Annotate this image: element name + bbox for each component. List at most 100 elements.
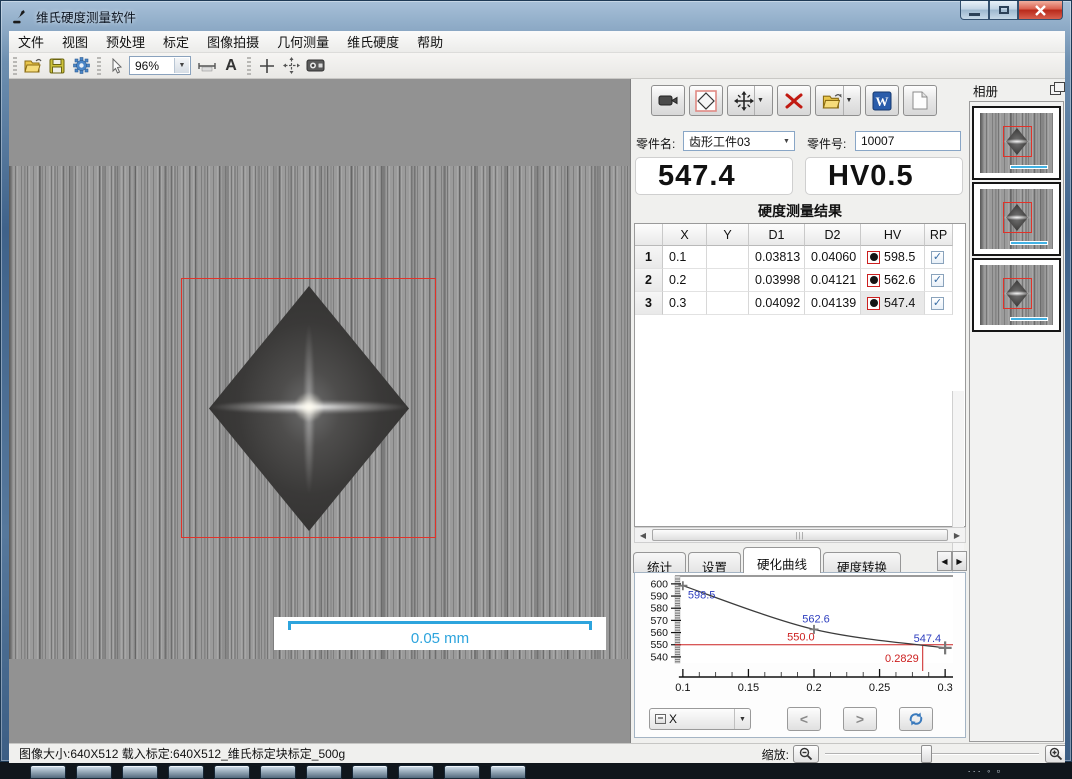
toolbar-grip	[247, 57, 251, 75]
scalebar-tool-button[interactable]	[195, 55, 219, 77]
taskbar-button[interactable]	[260, 765, 296, 779]
scalebar-icon	[197, 60, 217, 72]
tab-hardening-curve[interactable]: 硬化曲线	[743, 547, 821, 573]
menu-preprocess[interactable]: 预处理	[97, 30, 154, 53]
rp-checkbox[interactable]: ✓	[931, 297, 944, 310]
chart-next-button[interactable]: >	[843, 707, 877, 731]
chart-axis-combo[interactable]: X ▼	[649, 708, 751, 730]
album-body	[969, 101, 1064, 742]
close-button[interactable]	[1018, 1, 1063, 20]
menu-image-capture[interactable]: 图像拍摄	[198, 30, 268, 53]
indent-thumbnail-icon[interactable]	[867, 251, 880, 264]
menu-file[interactable]: 文件	[9, 30, 53, 53]
taskbar-button[interactable]	[352, 765, 388, 779]
measure-indent-button[interactable]	[689, 85, 723, 116]
export-open-button[interactable]: ▼	[815, 85, 861, 116]
cell-rp: ✓	[925, 269, 953, 292]
blank-document-icon	[912, 91, 928, 110]
taskbar-button[interactable]	[398, 765, 434, 779]
table-row[interactable]: 1 0.1 0.03813 0.04060 598.5 ✓	[635, 246, 965, 269]
taskbar-button[interactable]	[306, 765, 342, 779]
part-name-combo[interactable]: 齿形工件03 ▼	[683, 131, 795, 151]
zoom-slider-thumb[interactable]	[921, 745, 932, 763]
album-panel: 相册	[969, 79, 1065, 743]
table-row[interactable]: 2 0.2 0.03998 0.04121 562.6 ✓	[635, 269, 965, 292]
cross-marker-button[interactable]	[255, 55, 279, 77]
pointer-tool-button[interactable]	[105, 55, 129, 77]
tab-hardness-convert[interactable]: 硬度转换	[823, 552, 901, 573]
save-button[interactable]	[45, 55, 69, 77]
svg-text:570: 570	[650, 615, 668, 627]
delete-x-icon	[785, 93, 803, 109]
delete-result-button[interactable]	[777, 85, 811, 116]
scroll-right-icon[interactable]: ▶	[949, 528, 965, 542]
chart-prev-button[interactable]: <	[787, 707, 821, 731]
minimize-icon	[969, 13, 980, 16]
cell-d2: 0.04139	[805, 292, 861, 315]
menu-help[interactable]: 帮助	[408, 30, 452, 53]
auto-position-button[interactable]: ▼	[727, 85, 773, 116]
zoom-out-button[interactable]	[793, 745, 819, 763]
live-video-button[interactable]	[651, 85, 685, 116]
taskbar-button[interactable]	[122, 765, 158, 779]
menu-calibration[interactable]: 标定	[154, 30, 198, 53]
album-thumbnail[interactable]	[972, 258, 1061, 332]
col-rp: RP	[925, 224, 953, 246]
album-thumbnail[interactable]	[972, 106, 1061, 180]
window-title: 维氏硬度测量软件	[36, 7, 136, 26]
album-thumbnail[interactable]	[972, 182, 1061, 256]
zoom-level-combo[interactable]: 96% ▼	[129, 56, 191, 75]
maximize-button[interactable]	[989, 1, 1018, 20]
center-target-button[interactable]	[279, 55, 303, 77]
open-folder-icon	[822, 93, 843, 109]
row-index: 3	[635, 292, 663, 315]
rp-checkbox[interactable]: ✓	[931, 251, 944, 264]
chart-axis-icon	[655, 714, 666, 724]
table-row[interactable]: 3 0.3 0.04092 0.04139 547.4 ✓	[635, 292, 965, 315]
scroll-left-icon[interactable]: ◀	[635, 528, 651, 542]
taskbar-button[interactable]	[168, 765, 204, 779]
float-panel-icon[interactable]	[1050, 85, 1061, 95]
menu-geometry-measure[interactable]: 几何测量	[268, 30, 338, 53]
text-tool-button[interactable]: A	[219, 55, 243, 77]
open-file-button[interactable]	[21, 55, 45, 77]
taskbar-tray-icons[interactable]: ··· ◦ ▫	[968, 766, 1002, 776]
taskbar-button[interactable]	[214, 765, 250, 779]
indent-thumbnail-icon[interactable]	[867, 297, 880, 310]
cell-d2: 0.04060	[805, 246, 861, 269]
taskbar-button[interactable]	[490, 765, 526, 779]
menu-vickers-hardness[interactable]: 维氏硬度	[338, 30, 408, 53]
capture-button[interactable]	[303, 55, 327, 77]
chart-refresh-button[interactable]	[899, 707, 933, 731]
table-hscrollbar[interactable]: ◀ ||| ▶	[634, 527, 966, 543]
zoom-control-label: 缩放:	[762, 746, 789, 763]
zoom-slider[interactable]	[825, 745, 1039, 763]
menu-bar: 文件 视图 预处理 标定 图像拍摄 几何测量 维氏硬度 帮助	[9, 31, 1065, 53]
settings-button[interactable]	[69, 55, 93, 77]
part-name-value: 齿形工件03	[689, 133, 750, 150]
tab-statistics[interactable]: 统计	[633, 552, 686, 573]
image-viewer[interactable]: 0.05 mm	[9, 79, 631, 743]
rp-checkbox[interactable]: ✓	[931, 274, 944, 287]
col-hv: HV	[861, 224, 925, 246]
part-no-input[interactable]: 10007	[855, 131, 961, 151]
taskbar-button[interactable]	[30, 765, 66, 779]
tab-scroll-right-button[interactable]: ▶	[952, 551, 967, 571]
chevron-down-icon[interactable]: ▼	[843, 86, 855, 115]
taskbar-button[interactable]	[444, 765, 480, 779]
menu-view[interactable]: 视图	[53, 30, 97, 53]
new-document-button[interactable]	[903, 85, 937, 116]
word-report-button[interactable]: W	[865, 85, 899, 116]
tab-settings[interactable]: 设置	[688, 552, 741, 573]
cell-rp: ✓	[925, 292, 953, 315]
indent-thumbnail-icon[interactable]	[867, 274, 880, 287]
hscroll-thumb[interactable]: |||	[652, 529, 948, 541]
windows-taskbar[interactable]: ··· ◦ ▫	[0, 762, 1072, 779]
minimize-button[interactable]	[960, 1, 989, 20]
tab-scroll-left-button[interactable]: ◀	[937, 551, 952, 571]
chevron-down-icon[interactable]: ▼	[754, 86, 766, 115]
measurement-roi-box	[181, 278, 436, 538]
taskbar-button[interactable]	[76, 765, 112, 779]
title-bar[interactable]: 维氏硬度测量软件	[1, 1, 1071, 31]
zoom-in-button[interactable]	[1045, 745, 1065, 763]
